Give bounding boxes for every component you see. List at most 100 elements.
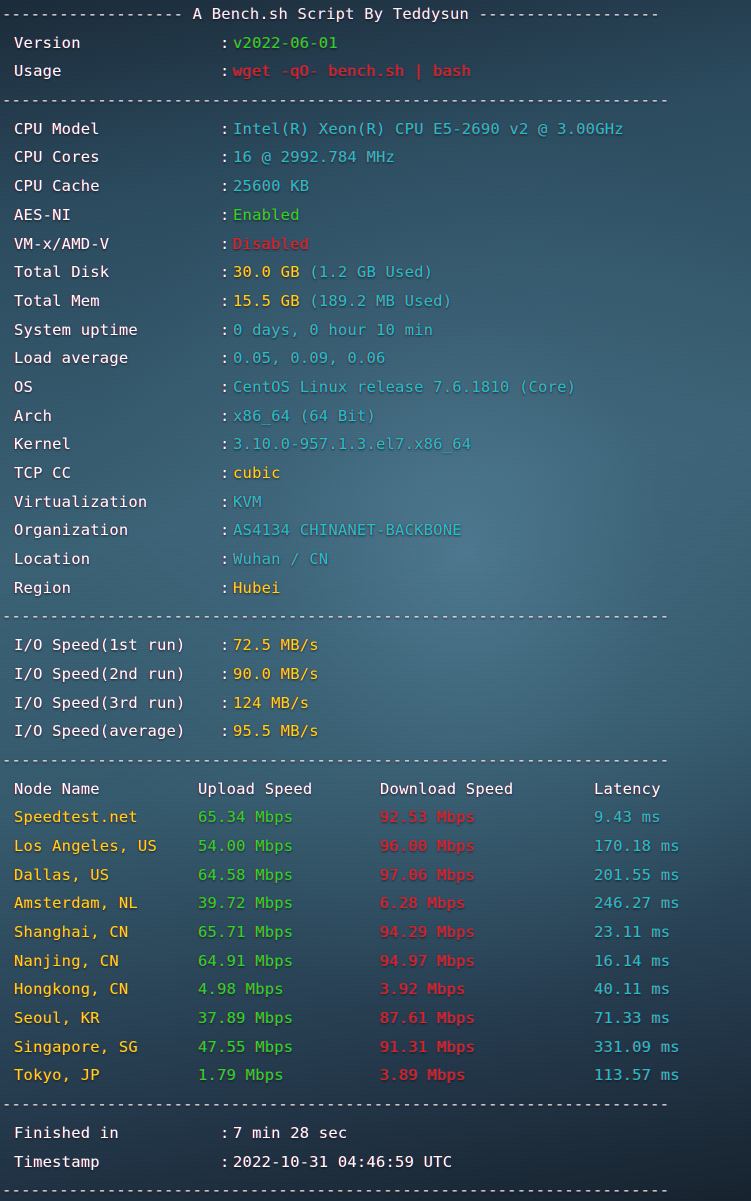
footer-row: Finished in:7 min 28 sec (0, 1119, 751, 1148)
speedtest-row: Nanjing, CN 64.91 Mbps 94.97 Mbps 16.14 ms (0, 947, 751, 976)
speedtest-row: Dallas, US 64.58 Mbps 97.06 Mbps 201.55 ms (0, 861, 751, 890)
speedtest-latency: 16.14 ms (594, 951, 671, 970)
io-speed-block: I/O Speed(1st run):72.5 MB/s I/O Speed(2n… (0, 631, 751, 746)
footer-row: Timestamp:2022-10-31 04:46:59 UTC (0, 1148, 751, 1177)
speedtest-upload-speed: 65.71 Mbps (198, 923, 294, 941)
system-info-label: CPU Cores (14, 148, 100, 167)
speedtest-upload-speed: 39.72 Mbps (198, 894, 294, 913)
io-speed-value: 95.5 MB/s (233, 722, 319, 741)
system-info-colon: : (220, 320, 230, 339)
speedtest-upload-speed: 4.98 Mbps (198, 980, 284, 999)
io-speed-value: 124 MB/s (233, 693, 310, 712)
system-info-row: Arch: x86_64 (64 Bit) (0, 402, 751, 431)
io-speed-row: I/O Speed(average):95.5 MB/s (0, 717, 751, 746)
speedtest-download-speed: 3.92 Mbps (380, 980, 466, 999)
system-info-label: Load average (14, 349, 129, 368)
system-info-label: System uptime (14, 320, 138, 339)
title-dash-right: ------------------- (478, 5, 660, 23)
footer-value: 2022-10-31 04:46:59 UTC (233, 1152, 453, 1171)
separator-5: ----------------------------------------… (2, 1181, 670, 1200)
system-info-colon: : (220, 349, 230, 368)
io-speed-value: 90.0 MB/s (233, 664, 319, 683)
system-info-label: TCP CC (14, 464, 72, 482)
system-info-colon: : (220, 435, 230, 454)
separator-2: ----------------------------------------… (2, 607, 670, 626)
system-info-label: Total Mem (14, 291, 100, 310)
system-info-colon: : (220, 521, 230, 540)
speedtest-row: Singapore, SG 47.55 Mbps 91.31 Mbps 331.09 … (0, 1033, 751, 1062)
speedtest-download-speed: 91.31 Mbps (380, 1037, 476, 1056)
speedtest-latency: 246.27 ms (594, 894, 680, 913)
system-info-row: Organization: AS4134 CHINANET-BACKBONE (0, 516, 751, 545)
system-info-colon: : (220, 492, 230, 511)
io-speed-row: I/O Speed(2nd run):90.0 MB/s (0, 660, 751, 689)
script-info-row: Version: v2022-06-01 (0, 29, 751, 58)
title-spacer-right (469, 5, 479, 23)
system-info-value: Hubei (233, 578, 281, 597)
system-info-value: cubic (233, 464, 281, 482)
system-info-colon: : (220, 377, 230, 396)
script-info-label: Usage (14, 62, 62, 81)
system-info-row: Location: Wuhan / CN (0, 545, 751, 574)
speedtest-latency: 170.18 ms (594, 836, 680, 855)
speedtest-download-speed: 97.06 Mbps (380, 865, 476, 884)
system-info-row: Virtualization: KVM (0, 488, 751, 517)
io-speed-colon: : (220, 664, 230, 683)
system-info-value: 25600 KB (233, 177, 310, 196)
speedtest-header-row: Node Name Upload Speed Download Speed Laten… (0, 775, 751, 804)
system-info-block: CPU Model: Intel(R) Xeon(R) CPU E5-2690 v… (0, 115, 751, 603)
column-header-node: Node Name (14, 779, 100, 798)
system-info-label: Virtualization (14, 492, 148, 511)
system-info-row: VM-x/AMD-V: Disabled (0, 230, 751, 259)
io-speed-label: I/O Speed(1st run) (14, 636, 186, 655)
speedtest-download-speed: 92.53 Mbps (380, 808, 476, 827)
system-info-value: Enabled (233, 205, 300, 224)
system-info-colon: : (220, 234, 230, 253)
speedtest-row: Speedtest.net 65.34 Mbps 92.53 Mbps 9.43 ms (0, 803, 751, 832)
speedtest-node-name: Speedtest.net (14, 808, 138, 827)
column-header-upload: Upload Speed (198, 779, 313, 798)
system-info-row: Total Mem:15.5 GB (189.2 MB Used) (0, 287, 751, 316)
system-info-label: Location (14, 550, 91, 569)
separator-3: ----------------------------------------… (2, 750, 670, 769)
system-info-colon: : (220, 205, 230, 224)
system-info-colon: : (220, 148, 230, 167)
speedtest-upload-speed: 54.00 Mbps (198, 836, 294, 855)
system-info-label: VM-x/AMD-V (14, 234, 110, 253)
footer-block: Finished in:7 min 28 sec Timestamp:2022-1… (0, 1119, 751, 1176)
footer-label: Timestamp (14, 1152, 100, 1171)
footer-colon: : (220, 1152, 230, 1171)
speedtest-upload-speed: 47.55 Mbps (198, 1037, 294, 1056)
separator-4: ----------------------------------------… (2, 1095, 670, 1114)
system-info-value: CentOS Linux release 7.6.1810 (Core) (233, 377, 577, 396)
speedtest-row: Amsterdam, NL 39.72 Mbps 6.28 Mbps 246.27 m… (0, 889, 751, 918)
speedtest-node-name: Amsterdam, NL (14, 894, 138, 913)
speedtest-node-name: Shanghai, CN (14, 923, 129, 941)
system-info-label: OS (14, 377, 34, 396)
system-info-value: Intel(R) Xeon(R) CPU E5-2690 v2 @ 3.00GH… (233, 119, 624, 138)
speedtest-download-speed: 94.29 Mbps (380, 923, 476, 941)
speedtest-node-name: Nanjing, CN (14, 951, 119, 970)
system-info-row: Region: Hubei (0, 574, 751, 603)
system-info-row: System uptime:0 days, 0 hour 10 min (0, 316, 751, 345)
speedtest-upload-speed: 1.79 Mbps (198, 1066, 284, 1085)
script-info-colon: : (220, 33, 230, 52)
script-info-block: Version: v2022-06-01 Usage: wget -qO- bench… (0, 29, 751, 86)
system-info-row: AES-NI: Enabled (0, 201, 751, 230)
footer-colon: : (220, 1123, 230, 1142)
system-info-row: CPU Cache:25600 KB (0, 172, 751, 201)
speedtest-latency: 331.09 ms (594, 1037, 680, 1056)
io-speed-label: I/O Speed(average) (14, 722, 186, 741)
system-info-colon: : (220, 550, 230, 569)
system-info-value: Wuhan / CN (233, 550, 329, 569)
system-info-colon: : (220, 464, 230, 482)
system-info-colon: : (220, 177, 230, 196)
speedtest-node-name: Tokyo, JP (14, 1066, 100, 1085)
system-info-value-suffix: (1.2 GB Used) (299, 263, 434, 282)
script-info-row: Usage: wget -qO- bench.sh | bash (0, 57, 751, 86)
speedtest-latency: 71.33 ms (594, 1009, 671, 1028)
speedtest-node-name: Seoul, KR (14, 1009, 100, 1028)
speedtest-latency: 113.57 ms (594, 1066, 680, 1085)
system-info-colon: : (220, 263, 230, 282)
speedtest-upload-speed: 64.58 Mbps (198, 865, 294, 884)
